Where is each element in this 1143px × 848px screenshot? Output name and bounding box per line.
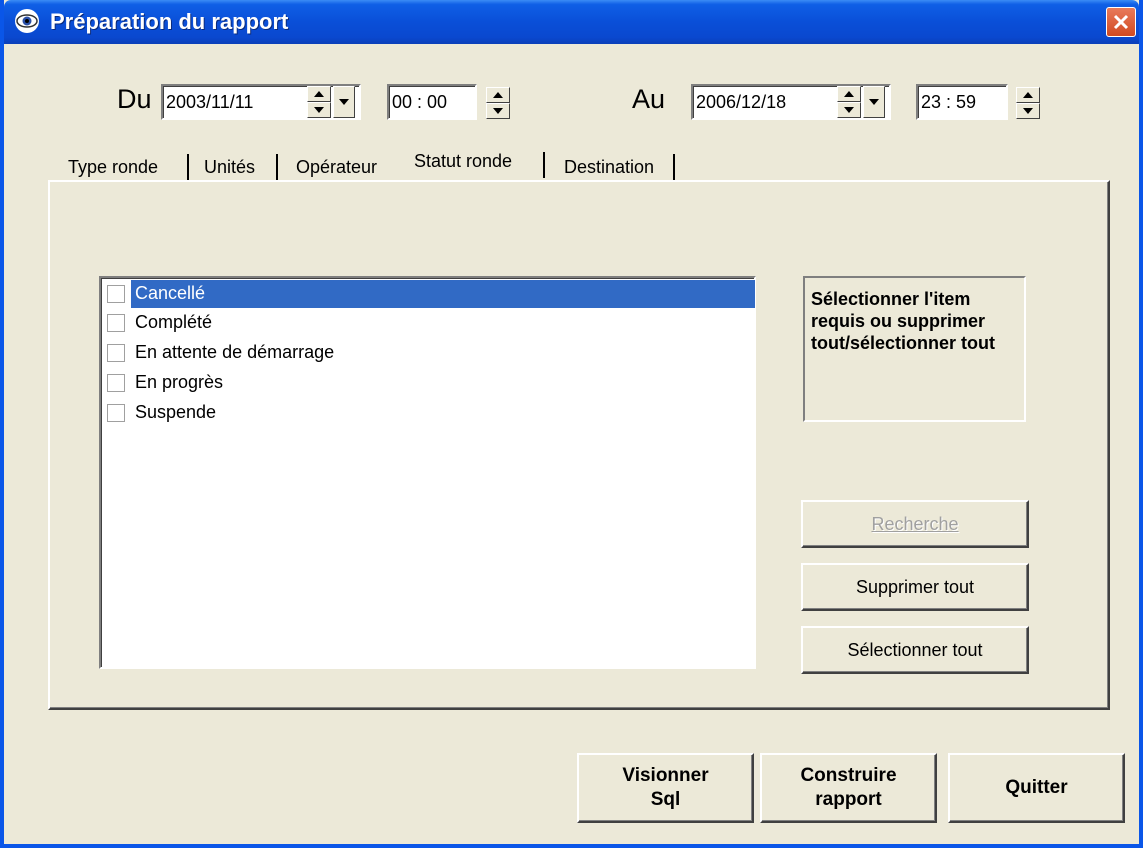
arrow-down-icon: [314, 107, 324, 113]
selection-highlight: [131, 280, 755, 308]
checkbox[interactable]: [107, 374, 125, 392]
to-date-value: 2006/12/18: [696, 92, 787, 112]
arrow-up-icon: [844, 91, 854, 97]
checkbox[interactable]: [107, 285, 125, 303]
title-bar[interactable]: Préparation du rapport: [4, 0, 1139, 44]
from-label: Du: [117, 84, 152, 114]
close-button[interactable]: [1106, 7, 1136, 37]
arrow-up-icon: [493, 92, 503, 98]
to-label: Au: [632, 84, 666, 114]
spin-up-button[interactable]: [486, 87, 510, 103]
clear-all-button-label: Supprimer tout: [855, 576, 975, 597]
eye-icon: [14, 8, 40, 34]
view-sql-button[interactable]: Visionner Sql: [577, 753, 754, 823]
view-sql-label-line2: Sql: [650, 789, 681, 810]
to-time-value: 23 : 59: [921, 92, 977, 112]
tab-divider: [673, 154, 675, 180]
from-date-value: 2003/11/11: [166, 92, 254, 112]
instructions-text: Sélectionner l'item requis ou supprimer …: [811, 289, 995, 353]
from-time-value: 00 : 00: [392, 92, 448, 112]
from-date-spinner[interactable]: [307, 86, 331, 118]
arrow-down-icon: [493, 108, 503, 114]
checkbox[interactable]: [107, 314, 125, 332]
tab-label: Type ronde: [68, 157, 159, 177]
build-report-label-line1: Construire: [800, 765, 897, 786]
checkbox[interactable]: [107, 344, 125, 362]
chevron-down-icon: [339, 99, 349, 105]
build-report-button[interactable]: Construire rapport: [760, 753, 937, 823]
spin-down-button[interactable]: [1016, 103, 1040, 119]
to-time-spinner[interactable]: [1016, 87, 1040, 119]
search-button[interactable]: Recherche: [801, 500, 1029, 548]
to-date-dropdown-button[interactable]: [863, 86, 885, 118]
view-sql-label-line1: Visionner: [622, 765, 709, 786]
search-button-label: Recherche: [871, 513, 959, 534]
to-date-picker[interactable]: 2006/12/18: [691, 84, 891, 120]
spin-down-button[interactable]: [837, 102, 861, 118]
list-item-label: En progrès: [135, 372, 224, 392]
to-time-field[interactable]: 23 : 59: [916, 84, 1008, 120]
tab-divider: [543, 152, 545, 178]
arrow-down-icon: [1023, 108, 1033, 114]
to-date-spinner[interactable]: [837, 86, 861, 118]
spin-down-button[interactable]: [486, 103, 510, 119]
tab-label: Destination: [564, 157, 655, 177]
arrow-up-icon: [314, 91, 324, 97]
close-icon: [1113, 14, 1129, 30]
list-item[interactable]: Suspende: [105, 399, 750, 427]
spin-up-button[interactable]: [837, 86, 861, 102]
tab-label: Opérateur: [296, 157, 378, 177]
checkbox[interactable]: [107, 404, 125, 422]
quit-button-label: Quitter: [1005, 777, 1068, 798]
window-title: Préparation du rapport: [50, 9, 289, 34]
status-checklist[interactable]: Cancellé Complété En attente de démarrag…: [99, 276, 756, 669]
from-time-spinner[interactable]: [486, 87, 510, 119]
quit-button[interactable]: Quitter: [948, 753, 1125, 823]
arrow-down-icon: [844, 107, 854, 113]
list-item[interactable]: En attente de démarrage: [105, 339, 750, 367]
instructions-box: Sélectionner l'item requis ou supprimer …: [803, 276, 1026, 422]
tab-divider: [276, 154, 278, 180]
list-item-label: Suspende: [135, 402, 217, 422]
chevron-down-icon: [869, 99, 879, 105]
spin-up-button[interactable]: [307, 86, 331, 102]
clear-all-button[interactable]: Supprimer tout: [801, 563, 1029, 611]
tab-label: Unités: [204, 157, 256, 177]
from-time-field[interactable]: 00 : 00: [387, 84, 477, 120]
from-date-picker[interactable]: 2003/11/11: [161, 84, 361, 120]
report-dialog: Préparation du rapport Du 2003/11/11 00 …: [0, 0, 1143, 848]
list-item-label: Cancellé: [135, 283, 206, 303]
list-item-label: En attente de démarrage: [135, 342, 335, 362]
list-item[interactable]: Cancellé: [105, 280, 755, 308]
spin-down-button[interactable]: [307, 102, 331, 118]
build-report-label-line2: rapport: [815, 789, 882, 810]
list-item[interactable]: Complété: [105, 309, 750, 337]
tab-label: Statut ronde: [414, 151, 513, 171]
select-all-button[interactable]: Sélectionner tout: [801, 626, 1029, 674]
tab-divider: [187, 154, 189, 180]
list-item[interactable]: En progrès: [105, 369, 750, 397]
spin-up-button[interactable]: [1016, 87, 1040, 103]
arrow-up-icon: [1023, 92, 1033, 98]
select-all-button-label: Sélectionner tout: [847, 639, 983, 660]
list-item-label: Complété: [135, 312, 213, 332]
from-date-dropdown-button[interactable]: [333, 86, 355, 118]
